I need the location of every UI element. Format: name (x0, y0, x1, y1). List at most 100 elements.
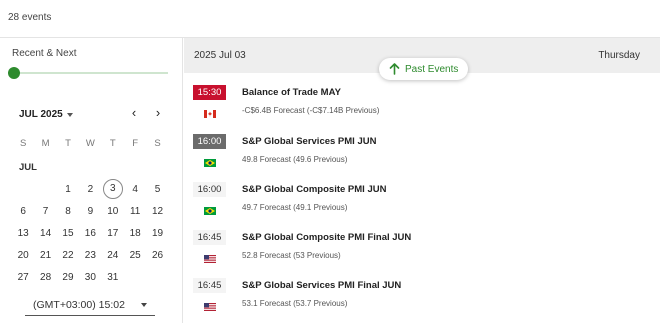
range-slider-track[interactable] (16, 72, 168, 74)
day-number: 27 (17, 271, 29, 283)
events-panel: 2025 Jul 03 Thursday 15:30 Balance of Tra… (184, 38, 660, 323)
day-number: 28 (40, 271, 52, 283)
event-title: S&P Global Composite PMI Final JUN (242, 232, 412, 243)
us-flag (204, 250, 216, 263)
day-number: 6 (20, 205, 26, 217)
calendar-day[interactable]: 6 (12, 206, 34, 217)
day-number: 22 (62, 249, 74, 261)
calendar-day[interactable]: 26 (146, 250, 168, 261)
calendar-day[interactable]: 20 (12, 250, 34, 261)
day-number: 21 (40, 249, 52, 261)
chevron-right-icon[interactable]: › (152, 106, 164, 120)
calendar-day[interactable]: 22 (57, 250, 79, 261)
weekday-label: T (109, 137, 116, 149)
calendar-day[interactable]: 13 (12, 228, 34, 239)
calendar-month-label: JUL (19, 162, 37, 173)
calendar-day[interactable]: 12 (146, 206, 168, 217)
day-number: 10 (107, 205, 119, 217)
day-number: 20 (17, 249, 29, 261)
event-title: S&P Global Services PMI JUN (242, 136, 377, 147)
day-number: 30 (84, 271, 96, 283)
calendar-day[interactable]: 9 (79, 206, 101, 217)
timezone-select[interactable]: (GMT+03:00) 15:02 (25, 294, 155, 316)
past-events-button[interactable]: Past Events (379, 58, 469, 80)
event-time: 16:00 (193, 134, 226, 149)
day-number: 17 (107, 227, 119, 239)
calendar-day[interactable]: 28 (34, 272, 56, 283)
day-number: 26 (151, 249, 164, 261)
chevron-left-icon[interactable]: ‹ (128, 106, 140, 120)
day-weekday: Thursday (598, 50, 640, 61)
day-number: 13 (17, 227, 29, 239)
day-number: 7 (42, 205, 49, 217)
event-detail: -C$6.4B Forecast (-C$7.14B Previous) (242, 106, 380, 115)
canada-flag (204, 105, 216, 118)
weekday-label: M (41, 137, 50, 149)
event-row[interactable]: 16:45 S&P Global Services PMI Final JUN 53… (193, 278, 653, 318)
event-row[interactable]: 16:00 S&P Global Composite PMI JUN 49.7 Fo… (193, 182, 653, 222)
day-number: 25 (129, 249, 141, 261)
calendar-day[interactable]: 10 (102, 206, 124, 217)
event-detail: 49.8 Forecast (49.6 Previous) (242, 155, 348, 164)
calendar-day[interactable]: 23 (79, 250, 101, 261)
calendar-day[interactable]: 2 (79, 184, 101, 195)
event-row[interactable]: 16:45 S&P Global Composite PMI Final JUN 5… (193, 230, 653, 270)
range-slider-thumb[interactable] (8, 67, 20, 79)
calendar-day[interactable]: 16 (79, 228, 101, 239)
calendar-day[interactable]: 7 (34, 206, 56, 217)
event-detail: 49.7 Forecast (49.1 Previous) (242, 203, 348, 212)
day-number: 18 (129, 227, 141, 239)
event-time: 15:30 (193, 85, 226, 100)
day-number: 11 (129, 205, 141, 217)
calendar-day[interactable]: 24 (102, 250, 124, 261)
event-row[interactable]: 15:30 Balance of Trade MAY -C$6.4B Forecas… (193, 85, 653, 125)
event-detail: 53.1 Forecast (53.7 Previous) (242, 299, 348, 308)
calendar-day[interactable]: 29 (57, 272, 79, 283)
calendar-day[interactable]: 21 (34, 250, 56, 261)
month-select-label: JUL 2025 (19, 109, 63, 120)
calendar-day[interactable]: 17 (102, 228, 124, 239)
event-time: 16:45 (193, 230, 226, 245)
calendar-week-row: 13 14 15 16 17 18 19 (12, 222, 169, 244)
calendar-day[interactable]: 11 (124, 206, 146, 217)
calendar-day[interactable]: 19 (146, 228, 168, 239)
day-number: 9 (87, 205, 94, 217)
weekday-row: S M T W T F S (12, 132, 169, 154)
sidebar: Recent & Next JUL 2025 ‹ › S M T W T F S… (0, 38, 183, 323)
day-number: 29 (62, 271, 74, 283)
event-title: S&P Global Services PMI Final JUN (242, 280, 402, 291)
calendar-day[interactable]: 1 (57, 184, 79, 195)
brazil-flag (204, 202, 216, 215)
weekday-label: W (85, 137, 95, 149)
calendar-day[interactable]: 15 (57, 228, 79, 239)
day-number: 31 (107, 271, 119, 283)
day-number: 5 (154, 183, 161, 195)
weekday-label: F (132, 137, 139, 149)
calendar-day[interactable]: 25 (124, 250, 146, 261)
calendar-day[interactable]: 18 (124, 228, 146, 239)
day-number: 2 (87, 183, 94, 195)
calendar-day[interactable]: 8 (57, 206, 79, 217)
calendar-day[interactable]: 3 (102, 179, 124, 199)
calendar-grid: S M T W T F S 1 2 3 4 5 6 7 8 9 10 11 12 13 14 15 16 17 1… (12, 132, 169, 288)
calendar-day[interactable]: 4 (124, 184, 146, 195)
weekday-label: S (20, 137, 27, 149)
calendar-day[interactable]: 31 (102, 272, 124, 283)
filter-label: Recent & Next (12, 48, 77, 59)
calendar-day[interactable]: 5 (146, 184, 168, 195)
past-events-label: Past Events (405, 63, 459, 75)
calendar-week-row: 27 28 29 30 31 (12, 266, 169, 288)
events-count: 28 events (8, 12, 52, 23)
us-flag (204, 298, 216, 311)
calendar-day[interactable]: 27 (12, 272, 34, 283)
day-date: 2025 Jul 03 (194, 50, 246, 61)
month-select[interactable]: JUL 2025 (19, 109, 73, 120)
event-title: S&P Global Composite PMI JUN (242, 184, 387, 195)
calendar-week-row: 1 234 5 (12, 178, 169, 200)
calendar-week-row: 6 7 8 9 10 11 12 (12, 200, 169, 222)
calendar-day[interactable]: 30 (79, 272, 101, 283)
weekday-label: T (65, 137, 71, 149)
calendar-day[interactable]: 14 (34, 228, 56, 239)
event-row[interactable]: 16:00 S&P Global Services PMI JUN 49.8 For… (193, 134, 653, 174)
today-marker: 3 (102, 179, 123, 199)
